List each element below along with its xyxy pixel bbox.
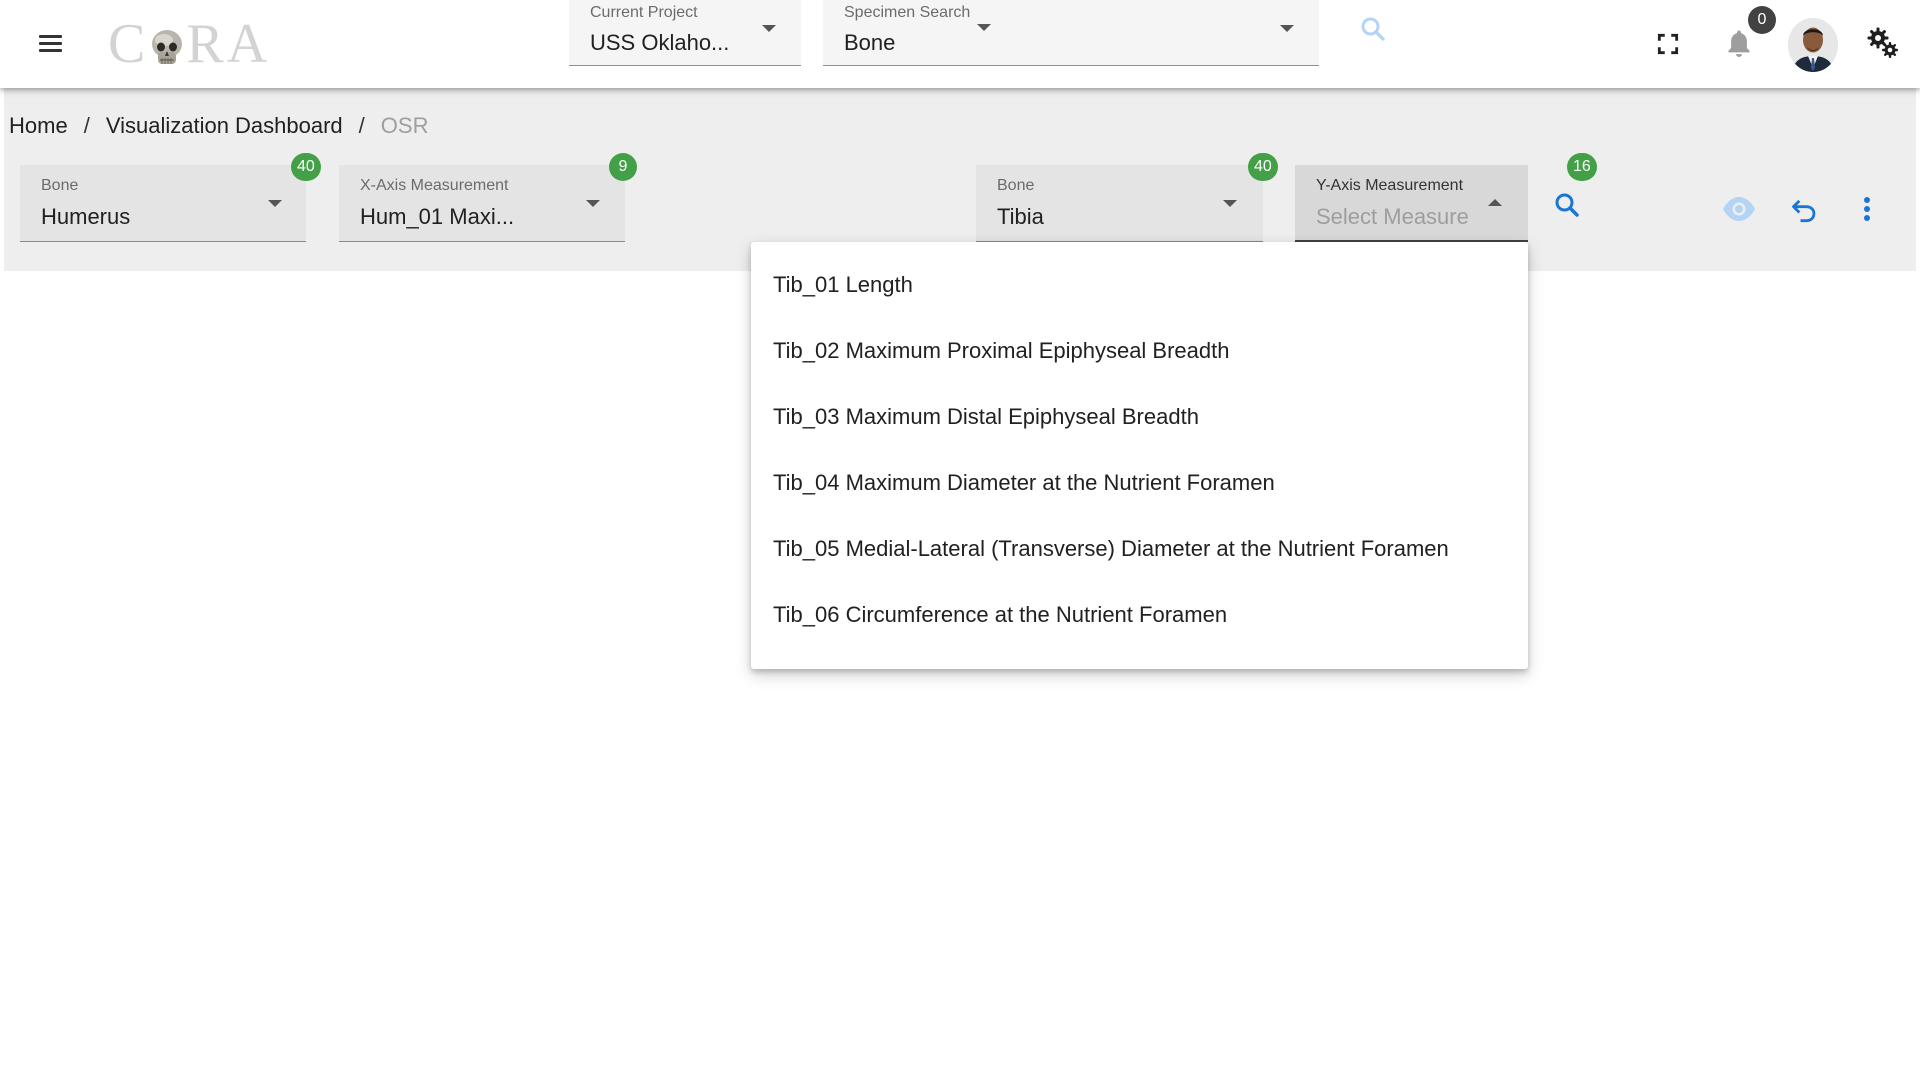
more-vert-icon[interactable]: [1855, 194, 1879, 224]
x-axis-measurement-value: Hum_01 Maxi...: [360, 204, 515, 229]
y-axis-measurement-select[interactable]: Y-Axis Measurement Select Measure: [1295, 165, 1528, 242]
chevron-down-icon: [762, 25, 776, 32]
x-bone-select[interactable]: Bone Humerus: [20, 165, 306, 242]
logo-text-left: C: [108, 13, 149, 75]
app-logo: C RA: [108, 14, 270, 74]
chevron-down-icon: [977, 24, 991, 31]
settings-icon[interactable]: [1866, 26, 1900, 60]
y-bone-select[interactable]: Bone Tibia: [976, 165, 1263, 242]
current-project-value: USS Oklaho...: [590, 30, 730, 55]
undo-icon[interactable]: [1790, 195, 1818, 223]
breadcrumb: Home / Visualization Dashboard / OSR: [9, 113, 428, 139]
breadcrumb-separator: /: [358, 113, 365, 138]
chevron-up-icon: [1488, 199, 1502, 206]
current-project-select[interactable]: Current Project USS Oklaho...: [569, 0, 801, 66]
search-icon[interactable]: [1552, 190, 1582, 220]
breadcrumb-home[interactable]: Home: [9, 113, 68, 138]
skull-icon: [152, 30, 183, 64]
x-axis-measurement-label: X-Axis Measurement: [360, 177, 509, 194]
y-bone-label: Bone: [997, 177, 1035, 194]
y-axis-measurement-placeholder: Select Measure: [1316, 204, 1469, 229]
dropdown-option[interactable]: Tib_06 Circumference at the Nutrient For…: [751, 582, 1528, 648]
current-project-label: Current Project: [590, 4, 698, 21]
dropdown-option[interactable]: Tib_04 Maximum Diameter at the Nutrient …: [751, 450, 1528, 516]
chevron-down-icon: [586, 200, 600, 207]
bell-icon[interactable]: [1724, 28, 1754, 60]
x-bone-count-badge: 40: [291, 153, 321, 181]
dropdown-option[interactable]: Tib_02 Maximum Proximal Epiphyseal Bread…: [751, 318, 1528, 384]
dropdown-option[interactable]: Tib_03 Maximum Distal Epiphyseal Breadth: [751, 384, 1528, 450]
specimen-search-label: Specimen Search: [844, 4, 971, 21]
x-axis-measurement-count-badge: 9: [609, 153, 637, 181]
chevron-down-icon: [1223, 200, 1237, 207]
breadcrumb-current: OSR: [380, 113, 429, 138]
specimen-search-select[interactable]: Specimen Search Bone: [823, 0, 1319, 66]
notification-count-badge: 0: [1748, 6, 1776, 34]
specimen-search-value: Bone: [844, 30, 896, 55]
dropdown-option[interactable]: Tib_05 Medial-Lateral (Transverse) Diame…: [751, 516, 1528, 582]
dropdown-option[interactable]: Tib_01 Length: [751, 252, 1528, 318]
x-axis-measurement-select[interactable]: X-Axis Measurement Hum_01 Maxi...: [339, 165, 625, 242]
breadcrumb-visualization-dashboard[interactable]: Visualization Dashboard: [106, 113, 343, 138]
chevron-down-icon: [268, 200, 282, 207]
y-axis-measurement-count-badge: 16: [1567, 153, 1597, 181]
y-axis-measurement-label: Y-Axis Measurement: [1316, 177, 1464, 194]
search-icon[interactable]: [1358, 14, 1388, 44]
y-bone-count-badge: 40: [1248, 153, 1278, 181]
fullscreen-icon[interactable]: [1655, 31, 1681, 57]
app-bar: C RA Current Project USS Oklaho... Speci…: [0, 0, 1920, 88]
breadcrumb-separator: /: [83, 113, 90, 138]
eye-icon[interactable]: [1722, 196, 1756, 222]
menu-icon[interactable]: [32, 26, 68, 62]
user-avatar[interactable]: [1788, 18, 1838, 72]
y-axis-measurement-dropdown: Tib_01 Length Tib_02 Maximum Proximal Ep…: [751, 242, 1528, 669]
x-bone-label: Bone: [41, 177, 79, 194]
chevron-down-icon: [1280, 25, 1294, 32]
y-bone-value: Tibia: [997, 204, 1044, 229]
logo-text-right: RA: [186, 13, 271, 75]
x-bone-value: Humerus: [41, 204, 131, 229]
